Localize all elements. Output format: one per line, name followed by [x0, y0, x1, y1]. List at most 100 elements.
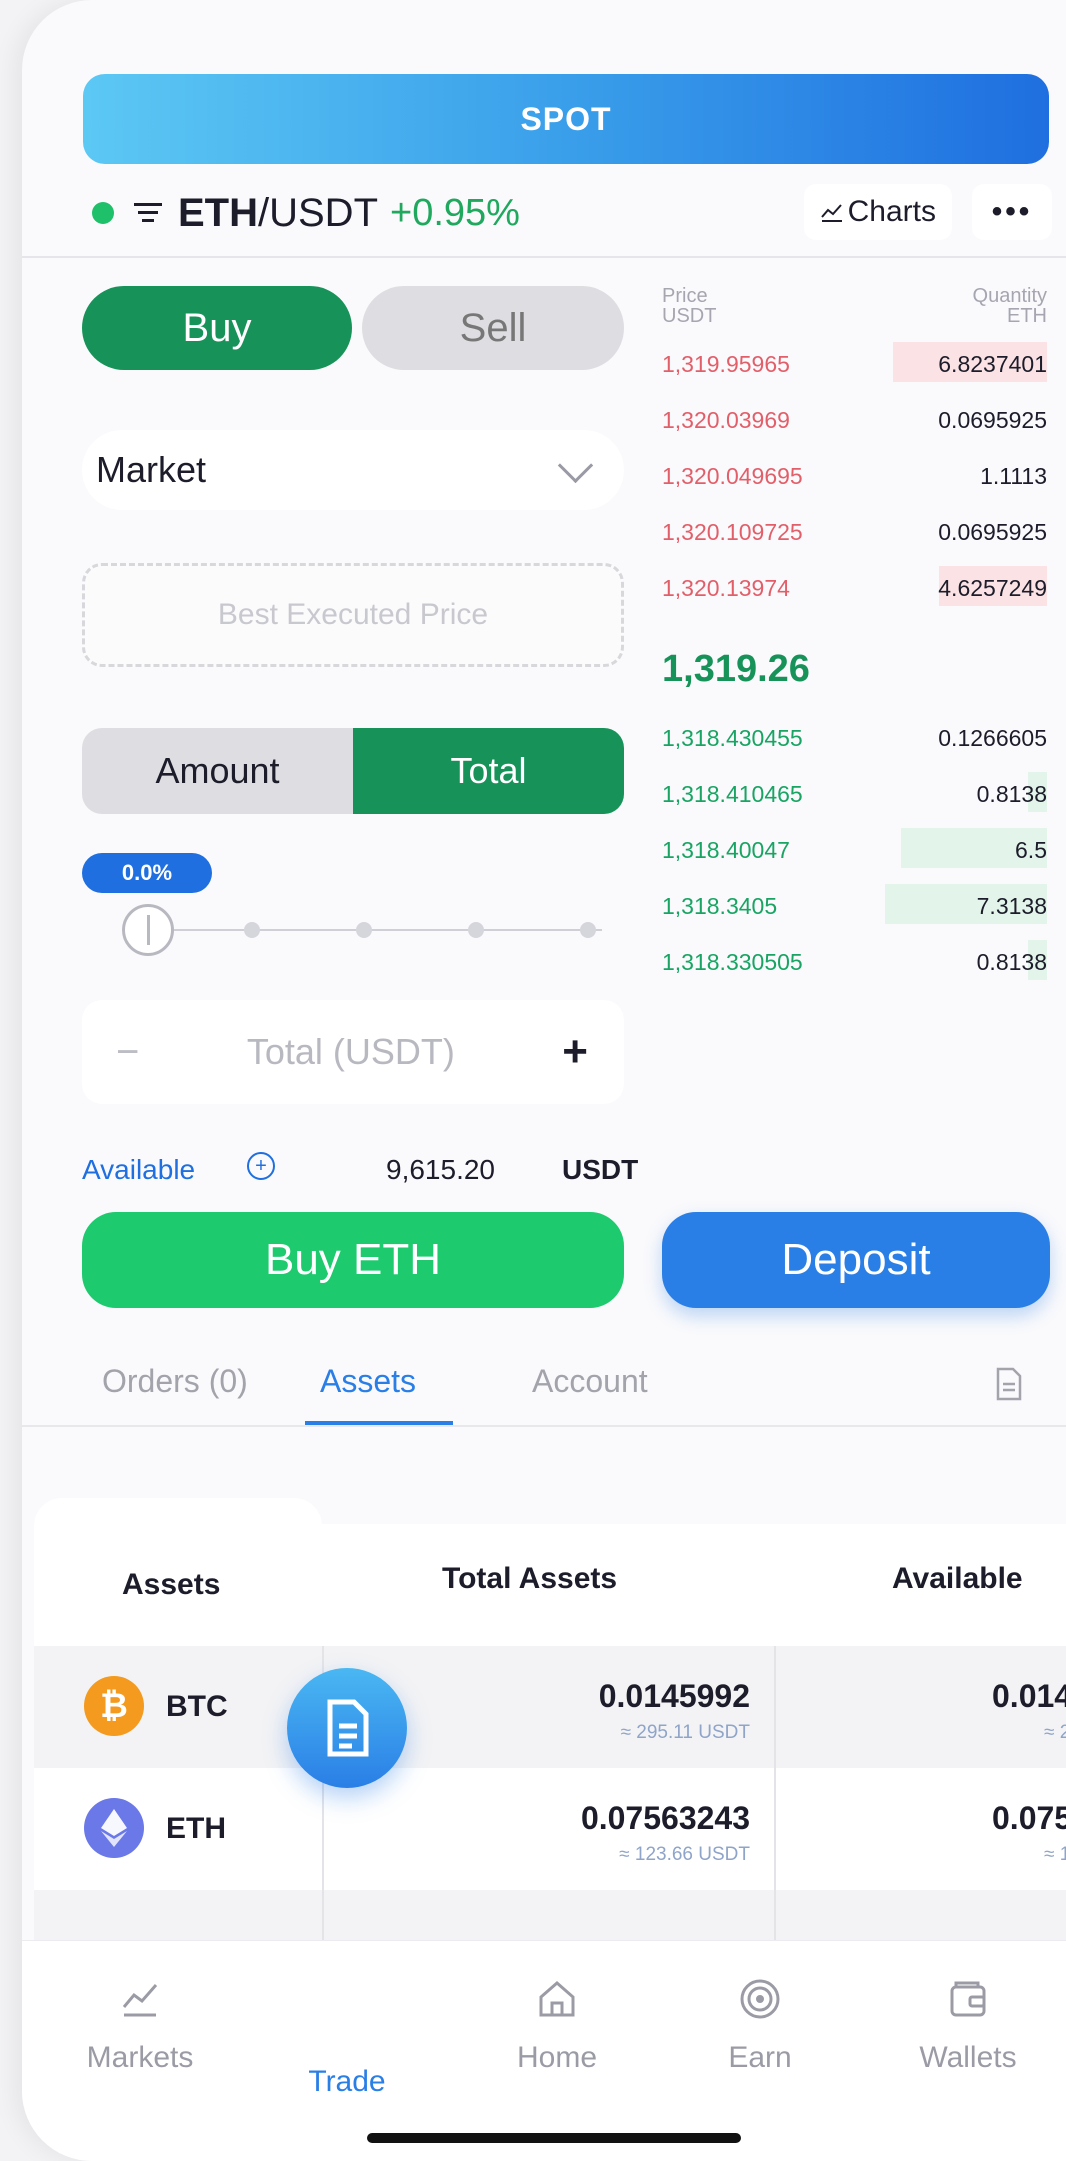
order-price: 1,318.430455	[662, 725, 803, 751]
total-usdt: ≈ 123.66 USDT	[619, 1844, 750, 1865]
asset-cell: ETH	[34, 1768, 322, 1890]
wallet-icon	[950, 1981, 986, 2017]
pair-base-symbol[interactable]: ETH	[178, 191, 258, 236]
nav-earn-label: Earn	[728, 2041, 792, 2074]
document-icon[interactable]	[994, 1367, 1024, 1401]
bottom-navigation: Markets Trade Home Earn Wallets	[22, 1940, 1066, 2161]
order-price: 1,320.13974	[662, 575, 790, 601]
total-input[interactable]: − Total (USDT) +	[82, 1000, 624, 1104]
home-indicator	[367, 2133, 741, 2143]
order-book-header: Price USDT Quantity ETH	[662, 286, 1047, 334]
slider-stop-50[interactable]	[356, 922, 372, 938]
slider-stop-25[interactable]	[244, 922, 260, 938]
spot-mode-bar[interactable]: SPOT	[83, 74, 1049, 164]
home-icon	[539, 1981, 575, 2017]
order-quantity: 4.6257249	[938, 575, 1047, 601]
bid-row[interactable]: 1,318.430455 0.1266605	[662, 716, 1047, 756]
nav-markets[interactable]: Markets	[60, 1977, 220, 2075]
bid-row[interactable]: 1,318.40047 6.5	[662, 828, 1047, 868]
tab-assets[interactable]: Assets	[320, 1363, 416, 1400]
increment-button[interactable]: +	[562, 1027, 588, 1077]
order-quantity: 0.1266605	[938, 725, 1047, 751]
order-quantity: 7.3138	[976, 893, 1047, 919]
order-quantity: 0.0695925	[938, 519, 1047, 545]
tab-orders[interactable]: Orders (0)	[102, 1363, 248, 1400]
order-price: 1,320.109725	[662, 519, 803, 545]
price-header: Price	[662, 285, 708, 307]
price-input[interactable]: Best Executed Price	[82, 563, 624, 667]
charts-label: Charts	[847, 195, 936, 228]
menu-filter-icon[interactable]	[132, 201, 164, 225]
table-row[interactable]: ETH 0.07563243 ≈ 123.66 USDT 0.0756 ≈ 12…	[34, 1768, 1066, 1890]
available-usdt: ≈ 295	[1044, 1722, 1066, 1743]
tab-account[interactable]: Account	[532, 1363, 648, 1400]
order-quantity: 6.5	[1015, 837, 1047, 863]
buy-tab[interactable]: Buy	[82, 286, 352, 370]
decrement-button[interactable]: −	[116, 1030, 139, 1075]
order-price: 1,319.95965	[662, 351, 790, 377]
percent-slider[interactable]	[122, 900, 622, 960]
chart-line-icon	[820, 204, 842, 222]
total-usdt: ≈ 295.11 USDT	[620, 1722, 750, 1743]
slider-knob[interactable]	[122, 904, 174, 956]
bottom-tabs: Orders (0) Assets Account	[22, 1345, 1066, 1425]
order-quantity: 0.8138	[976, 949, 1047, 975]
slider-stop-75[interactable]	[468, 922, 484, 938]
ask-row[interactable]: 1,320.03969 0.0695925	[662, 398, 1047, 438]
total-amount: 0.0145992	[598, 1678, 750, 1714]
total-placeholder: Total (USDT)	[246, 1031, 455, 1072]
nav-wallets-label: Wallets	[919, 2041, 1017, 2074]
order-quantity: 1.1113	[980, 463, 1047, 489]
slider-stop-100[interactable]	[580, 922, 596, 938]
ask-row[interactable]: 1,320.13974 4.6257249	[662, 566, 1047, 606]
bid-row[interactable]: 1,318.330505 0.8138	[662, 940, 1047, 980]
price-unit: USDT	[662, 305, 717, 327]
bid-row[interactable]: 1,318.410465 0.8138	[662, 772, 1047, 812]
order-quantity: 6.8237401	[938, 351, 1047, 377]
sell-tab[interactable]: Sell	[362, 286, 624, 370]
col-available-header: Available	[892, 1562, 1023, 1595]
amount-total-toggle: Amount Total	[82, 728, 624, 814]
buy-eth-button[interactable]: Buy ETH	[82, 1212, 624, 1308]
ask-row[interactable]: 1,320.049695 1.1113	[662, 454, 1047, 494]
available-amount: 0.014	[992, 1678, 1066, 1714]
order-quantity: 0.8138	[976, 781, 1047, 807]
nav-home-label: Home	[516, 2041, 598, 2074]
pair-quote-symbol[interactable]: /USDT	[258, 191, 378, 236]
nav-trade-label: Trade	[308, 2065, 386, 2098]
trade-fab-button[interactable]	[287, 1668, 407, 1788]
target-icon	[740, 1979, 780, 2019]
nav-trade[interactable]: Trade	[267, 2065, 427, 2099]
available-unit: USDT	[562, 1154, 639, 1185]
trade-document-icon	[327, 1699, 369, 1757]
slider-percent-badge: 0.0%	[82, 853, 212, 893]
more-options-button[interactable]: •••	[972, 184, 1052, 240]
price-placeholder: Best Executed Price	[217, 598, 489, 631]
charts-button[interactable]: Charts	[803, 184, 952, 240]
deposit-button[interactable]: Deposit	[662, 1212, 1050, 1308]
order-price: 1,320.049695	[662, 463, 803, 489]
order-price: 1,318.410465	[662, 781, 803, 807]
available-balance-row: Available + 9,615.20 USDT	[82, 1150, 642, 1190]
total-amount: 0.07563243	[580, 1800, 750, 1836]
amount-option[interactable]: Amount	[82, 728, 353, 814]
available-value: 9,615.20	[386, 1154, 495, 1185]
bid-row[interactable]: 1,318.3405 7.3138	[662, 884, 1047, 924]
total-option[interactable]: Total	[353, 728, 624, 814]
table-row[interactable]: ₿ BTC 0.0145992 ≈ 295.11 USDT 0.014 ≈ 29…	[34, 1646, 1066, 1768]
col-assets-header: Assets	[122, 1568, 221, 1601]
available-usdt: ≈ 123.	[1044, 1844, 1066, 1865]
nav-home[interactable]: Home	[477, 1977, 637, 2075]
last-price: 1,319.26	[662, 648, 810, 690]
ask-row[interactable]: 1,319.95965 6.8237401	[662, 342, 1047, 382]
chevron-down-icon	[557, 447, 594, 483]
order-type-select[interactable]: Market	[82, 430, 624, 510]
available-label[interactable]: Available	[82, 1154, 195, 1186]
qty-header: Quantity	[972, 285, 1047, 307]
nav-wallets[interactable]: Wallets	[888, 1977, 1048, 2075]
ask-row[interactable]: 1,320.109725 0.0695925	[662, 510, 1047, 550]
header-divider	[22, 256, 1066, 258]
nav-earn[interactable]: Earn	[680, 1977, 840, 2075]
add-funds-icon[interactable]: +	[247, 1152, 275, 1180]
markets-chart-icon	[122, 1984, 158, 2017]
